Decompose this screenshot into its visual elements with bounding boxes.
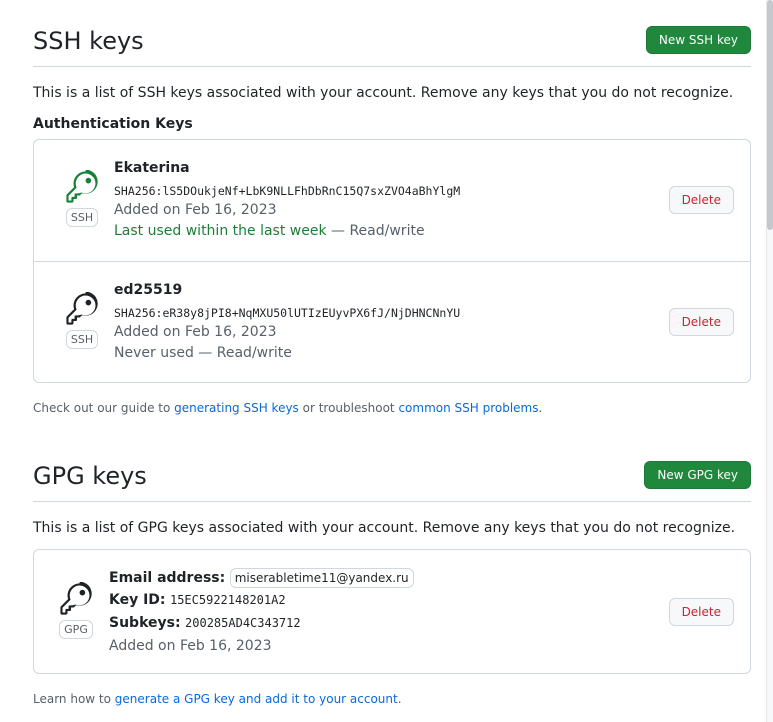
delete-ssh-key-button[interactable]: Delete [668,186,734,214]
ssh-note-text: or troubleshoot [298,401,399,415]
ssh-note-text: . [538,401,543,415]
ssh-help-note: Check out our guide to generating SSH ke… [33,401,542,415]
gpg-help-note: Learn how to generate a GPG key and add … [33,692,402,706]
gpg-email-badge: miserabletime11@yandex.ru [229,568,414,588]
ssh-key-type-label: SSH [65,208,99,227]
gpg-key-badge: GPG [58,582,94,639]
ssh-key-fingerprint: SHA256:lS5DOukjeNf+LbK9NLLFhDbRnC15Q7sxZ… [114,184,461,198]
generating-ssh-keys-link[interactable]: generating SSH keys [174,401,299,415]
ssh-key-last-used: Never used [114,345,194,361]
gpg-email-label: Email address: [109,570,226,586]
ssh-key-usage: Never used — Read/write [114,345,292,361]
ssh-authentication-keys-heading: Authentication Keys [33,116,193,132]
ssh-key-access: — Read/write [193,345,292,361]
new-gpg-key-button[interactable]: New GPG key [644,461,751,489]
gpg-note-text: . [397,692,402,706]
ssh-key-title: ed25519 [114,282,183,298]
gpg-email-line: Email address: miserabletime11@yandex.ru [109,568,414,588]
gpg-keys-list: GPG Email address: miserabletime11@yande… [33,549,751,674]
ssh-title: SSH keys [33,27,144,55]
ssh-keys-list: SSH Ekaterina SHA256:lS5DOukjeNf+LbK9NLL… [33,139,751,383]
key-icon [60,582,92,615]
ssh-key-title: Ekaterina [114,160,190,176]
gpg-key-added-date: Added on Feb 16, 2023 [109,638,272,654]
ssh-key-row: SSH ed25519 SHA256:eR38y8jPI8+NqMXU50lUT… [34,262,750,382]
gpg-subkeys-label: Subkeys: [109,615,181,631]
ssh-key-badge: SSH [64,292,100,349]
ssh-key-added-date: Added on Feb 16, 2023 [114,202,277,218]
gpg-section-header: GPG keys New GPG key [33,461,751,502]
gpg-keyid-line: Key ID: 15EC5922148201A2 [109,592,286,608]
gpg-keyid-label: Key ID: [109,592,166,608]
common-ssh-problems-link[interactable]: common SSH problems [398,401,538,415]
gpg-key-type-label: GPG [59,620,93,639]
ssh-key-last-used: Last used within the last week [114,223,327,239]
ssh-key-usage: Last used within the last week — Read/wr… [114,223,425,239]
ssh-key-added-date: Added on Feb 16, 2023 [114,324,277,340]
ssh-key-access: — Read/write [326,223,425,239]
gpg-subkeys-value: 200285AD4C343712 [185,616,301,630]
ssh-section-header: SSH keys New SSH key [33,26,751,67]
ssh-key-badge: SSH [64,170,100,227]
ssh-note-text: Check out our guide to [33,401,175,415]
delete-ssh-key-button[interactable]: Delete [668,308,734,336]
ssh-key-fingerprint: SHA256:eR38y8jPI8+NqMXU50lUTIzEUyvPX6fJ/… [114,306,461,320]
gpg-intro: This is a list of GPG keys associated wi… [33,520,736,536]
gpg-subkeys-line: Subkeys: 200285AD4C343712 [109,615,301,631]
delete-gpg-key-button[interactable]: Delete [668,598,734,626]
scrollbar-thumb[interactable] [767,0,773,230]
key-icon [66,292,98,325]
gpg-note-text: Learn how to [33,692,115,706]
ssh-key-row: SSH Ekaterina SHA256:lS5DOukjeNf+LbK9NLL… [34,140,750,262]
ssh-key-type-label: SSH [65,330,99,349]
gpg-keyid-value: 15EC5922148201A2 [169,593,286,607]
generate-gpg-key-link[interactable]: generate a GPG key and add it to your ac… [115,692,398,706]
gpg-key-row: GPG Email address: miserabletime11@yande… [34,550,750,673]
gpg-title: GPG keys [33,462,147,490]
new-ssh-key-button[interactable]: New SSH key [645,26,751,54]
key-icon [66,170,98,203]
scrollbar-track[interactable] [766,0,773,722]
ssh-intro: This is a list of SSH keys associated wi… [33,85,734,101]
